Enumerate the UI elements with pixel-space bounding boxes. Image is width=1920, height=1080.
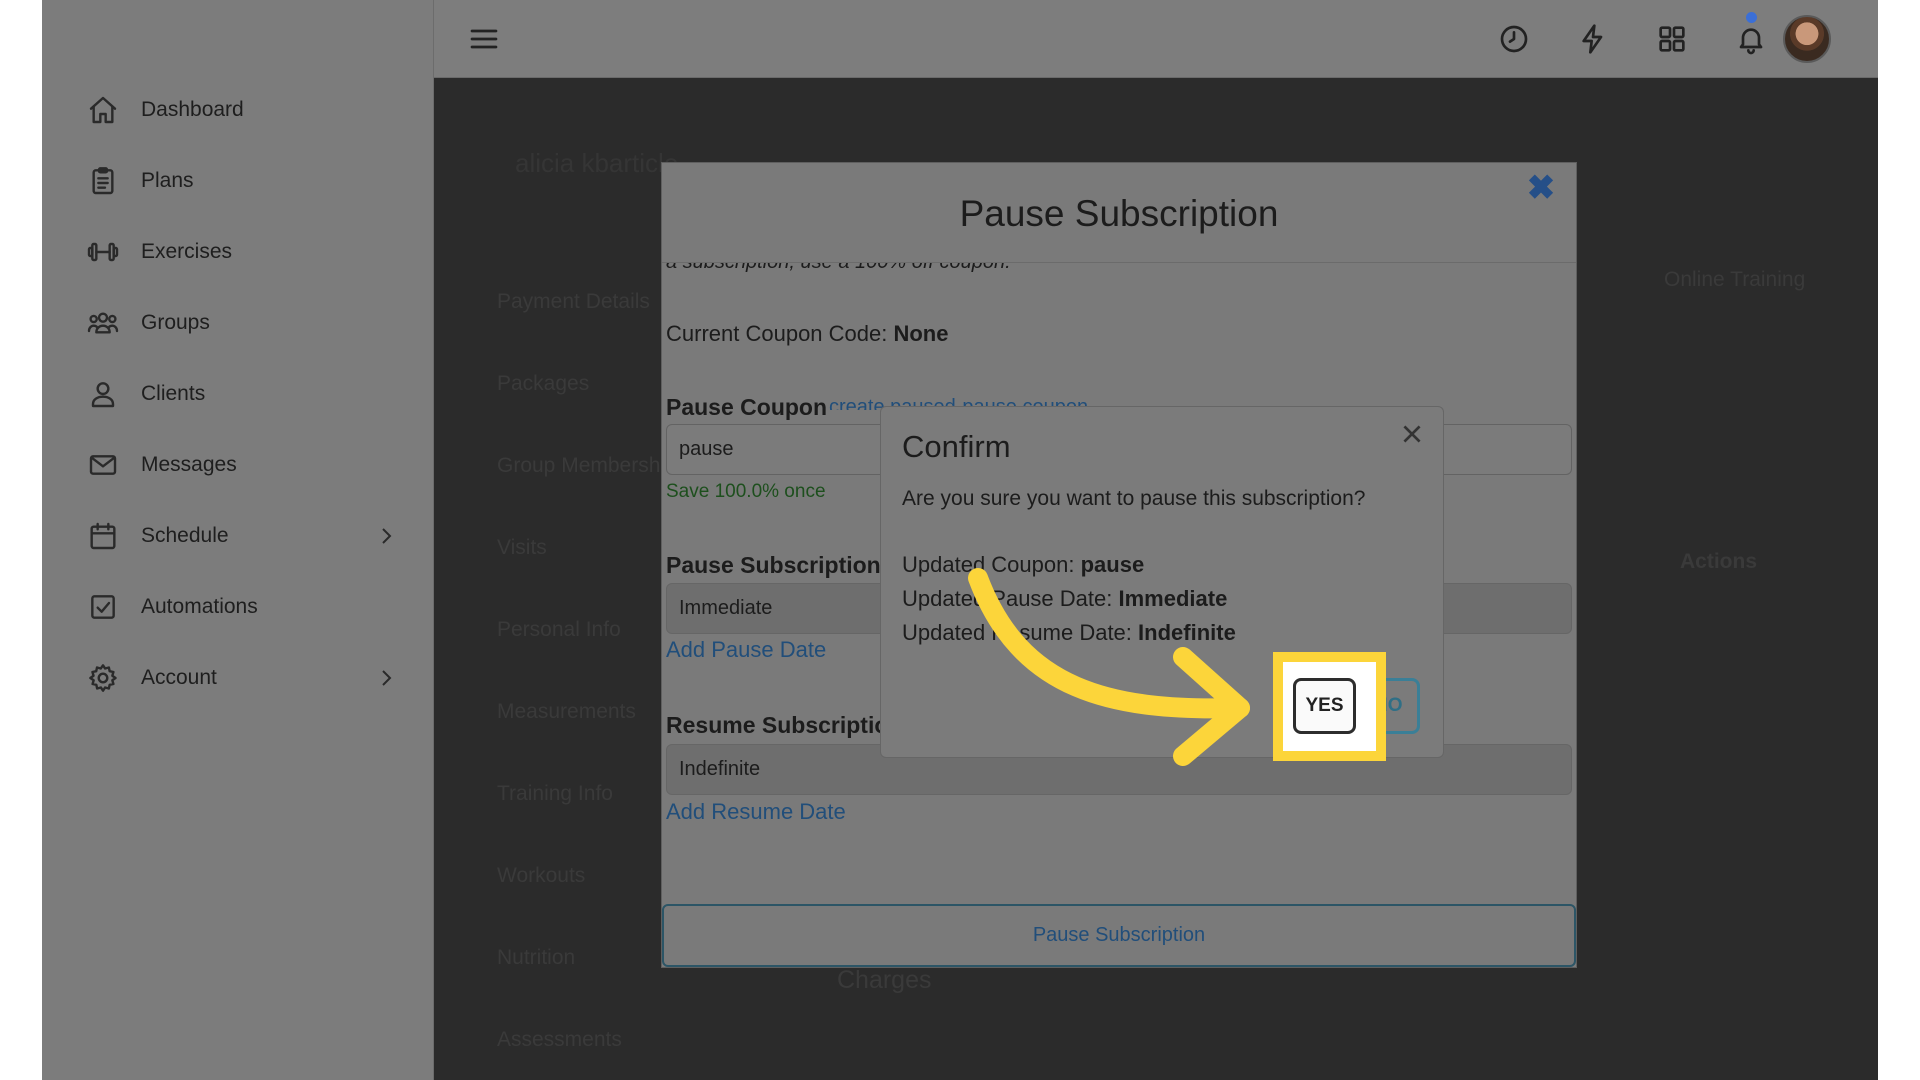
add-pause-date-link[interactable]: Add Pause Date [666,637,826,663]
tab-visits: Visits [497,536,547,559]
actions-header: Actions [1680,550,1758,573]
updated-pause-date-line: Updated Pause Date: Immediate [902,586,1227,612]
pause-subscription-button[interactable]: Pause Subscription [662,904,1576,967]
pause-coupon-label: Pause Coupon [666,394,828,420]
sidebar: Dashboard Plans Exercises Groups Clients… [42,0,434,1080]
sidebar-item-label: Exercises [141,240,233,263]
sidebar-item-label: Plans [141,169,194,192]
envelope-icon [86,448,120,482]
avatar[interactable] [1783,15,1831,63]
sidebar-item-label: Schedule [141,524,229,547]
clock-icon[interactable] [1494,19,1534,59]
tab-training-info: Training Info [497,782,613,805]
tab-nutrition: Nutrition [497,946,576,969]
charges-header: Charges [837,966,932,994]
pause-date-value: Immediate [679,597,773,619]
calendar-icon [86,519,120,553]
sidebar-item-messages[interactable]: Messages [86,445,398,485]
updated-pause-date-value: Immediate [1118,586,1228,611]
sidebar-item-account[interactable]: Account [86,658,398,698]
tab-group-memberships: Group Memberships [497,454,688,477]
gear-icon [86,661,120,695]
sidebar-item-dashboard[interactable]: Dashboard [86,90,398,130]
chevron-right-icon [374,524,398,548]
chevron-right-icon [374,666,398,690]
home-icon [86,93,120,127]
modal-title: Pause Subscription [959,193,1279,234]
no-button[interactable]: NO [1386,678,1420,734]
sidebar-item-label: Account [141,666,217,689]
resume-date-value: Indefinite [679,758,761,780]
sidebar-item-label: Dashboard [141,98,244,121]
grid-icon[interactable] [1652,19,1692,59]
modal-header: Pause Subscription ✖ [662,163,1576,263]
notification-dot [1746,12,1757,23]
tab-packages: Packages [497,372,590,395]
add-resume-date-link[interactable]: Add Resume Date [666,799,846,825]
sidebar-item-label: Messages [141,453,237,476]
updated-coupon-label: Updated Coupon: [902,552,1075,577]
tab-workouts: Workouts [497,864,586,887]
sidebar-item-clients[interactable]: Clients [86,374,398,414]
close-icon[interactable] [1399,421,1425,447]
no-button-label: NO [1386,695,1403,716]
top-bar [434,0,1878,78]
updated-coupon-line: Updated Coupon: pause [902,552,1144,578]
current-coupon-label: Current Coupon Code: [666,321,888,346]
updated-resume-date-line: Updated Resume Date: Indefinite [902,620,1236,646]
current-coupon-value: None [893,321,949,346]
sidebar-item-plans[interactable]: Plans [86,161,398,201]
sidebar-item-exercises[interactable]: Exercises [86,232,398,272]
tab-personal-info: Personal Info [497,618,621,641]
sidebar-item-label: Groups [141,311,210,334]
updated-resume-date-label: Updated Resume Date: [902,620,1132,645]
current-coupon-row: Current Coupon Code: None [666,321,948,347]
confirm-title: Confirm [902,429,1011,464]
close-icon[interactable]: ✖ [1524,171,1558,205]
updated-coupon-value: pause [1080,552,1145,577]
online-training-label: Online Training [1664,268,1806,291]
confirm-question: Are you sure you want to pause this subs… [902,487,1366,510]
checkbox-icon [86,590,120,624]
coupon-save-note: Save 100.0% once [666,481,826,502]
bell-icon[interactable] [1731,19,1771,59]
yes-button[interactable]: YES [1293,678,1356,734]
tab-payment-details: Payment Details [497,290,650,313]
users-icon [86,306,120,340]
client-name: alicia kbarticle [515,148,679,178]
lightning-icon[interactable] [1573,19,1613,59]
pause-coupon-value: pause [679,438,734,460]
sidebar-item-groups[interactable]: Groups [86,303,398,343]
sidebar-item-automations[interactable]: Automations [86,587,398,627]
tab-measurements: Measurements [497,700,636,723]
sidebar-item-schedule[interactable]: Schedule [86,516,398,556]
updated-pause-date-label: Updated Pause Date: [902,586,1113,611]
dumbbell-icon [86,235,120,269]
sidebar-item-label: Clients [141,382,206,405]
updated-resume-date-value: Indefinite [1138,620,1236,645]
clipboard-icon [86,164,120,198]
sidebar-item-label: Automations [141,595,258,618]
menu-icon[interactable] [464,19,504,59]
tab-assessments: Assessments [497,1028,622,1051]
user-icon [86,377,120,411]
